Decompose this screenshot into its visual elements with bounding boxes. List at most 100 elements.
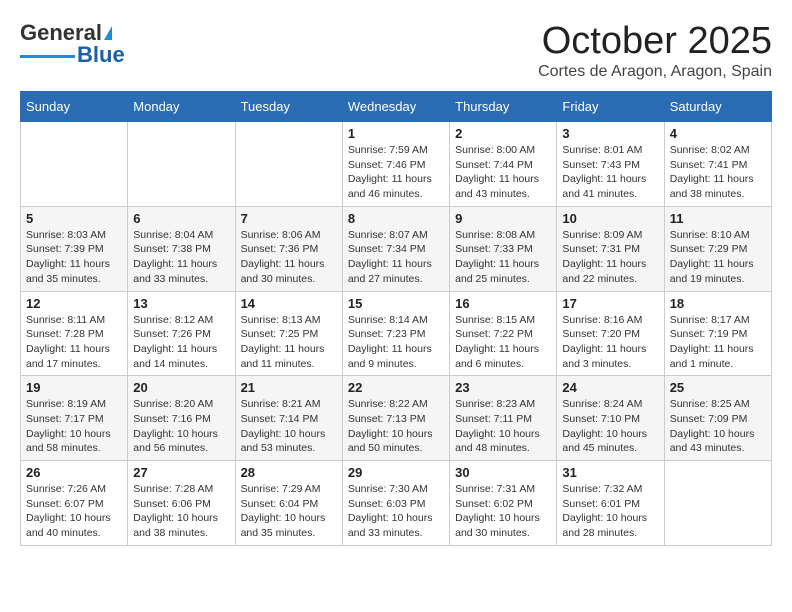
calendar-cell: 1 Sunrise: 7:59 AM Sunset: 7:46 PM Daylig… (342, 122, 449, 207)
weekday-header-row: SundayMondayTuesdayWednesdayThursdayFrid… (21, 92, 772, 122)
logo-line (20, 55, 75, 58)
calendar-cell: 4Sunrise: 8:02 AM Sunset: 7:41 PM Daylig… (664, 122, 771, 207)
day-info: Sunrise: 7:30 AM Sunset: 6:03 PM Dayligh… (348, 482, 444, 541)
day-info: Sunrise: 8:19 AM Sunset: 7:17 PM Dayligh… (26, 397, 122, 456)
day-info: Sunrise: 8:09 AM Sunset: 7:31 PM Dayligh… (562, 228, 658, 287)
day-info: Sunrise: 7:26 AM Sunset: 6:07 PM Dayligh… (26, 482, 122, 541)
day-info: Sunrise: 8:13 AM Sunset: 7:25 PM Dayligh… (241, 313, 337, 372)
day-number: 19 (26, 380, 122, 395)
weekday-friday: Friday (557, 92, 664, 122)
day-number: 1 (348, 126, 444, 141)
day-info: Sunrise: 8:22 AM Sunset: 7:13 PM Dayligh… (348, 397, 444, 456)
page-header: General Blue October 2025 Cortes de Arag… (20, 20, 772, 81)
calendar-cell: 15Sunrise: 8:14 AM Sunset: 7:23 PM Dayli… (342, 291, 449, 376)
day-info: Sunrise: 7:32 AM Sunset: 6:01 PM Dayligh… (562, 482, 658, 541)
calendar-cell (21, 122, 128, 207)
day-number: 11 (670, 211, 766, 226)
calendar-cell: 31Sunrise: 7:32 AM Sunset: 6:01 PM Dayli… (557, 461, 664, 546)
calendar-cell: 24Sunrise: 8:24 AM Sunset: 7:10 PM Dayli… (557, 376, 664, 461)
weekday-monday: Monday (128, 92, 235, 122)
week-row-2: 12 Sunrise: 8:11 AM Sunset: 7:28 PM Dayli… (21, 291, 772, 376)
day-number: 6 (133, 211, 229, 226)
calendar-cell: 30Sunrise: 7:31 AM Sunset: 6:02 PM Dayli… (450, 461, 557, 546)
location-title: Cortes de Aragon, Aragon, Spain (538, 63, 772, 81)
day-number: 18 (670, 296, 766, 311)
calendar-cell: 20Sunrise: 8:20 AM Sunset: 7:16 PM Dayli… (128, 376, 235, 461)
weekday-wednesday: Wednesday (342, 92, 449, 122)
day-number: 9 (455, 211, 551, 226)
week-row-0: 1 Sunrise: 7:59 AM Sunset: 7:46 PM Daylig… (21, 122, 772, 207)
calendar-cell: 3 Sunrise: 8:01 AM Sunset: 7:43 PM Daylig… (557, 122, 664, 207)
calendar-cell: 14 Sunrise: 8:13 AM Sunset: 7:25 PM Dayli… (235, 291, 342, 376)
calendar-cell: 7Sunrise: 8:06 AM Sunset: 7:36 PM Daylig… (235, 206, 342, 291)
day-number: 4 (670, 126, 766, 141)
calendar-cell: 26 Sunrise: 7:26 AM Sunset: 6:07 PM Dayli… (21, 461, 128, 546)
calendar-cell: 28 Sunrise: 7:29 AM Sunset: 6:04 PM Dayli… (235, 461, 342, 546)
week-row-1: 5Sunrise: 8:03 AM Sunset: 7:39 PM Daylig… (21, 206, 772, 291)
day-info: Sunrise: 7:29 AM Sunset: 6:04 PM Dayligh… (241, 482, 337, 541)
calendar-cell: 13 Sunrise: 8:12 AM Sunset: 7:26 PM Dayli… (128, 291, 235, 376)
weekday-tuesday: Tuesday (235, 92, 342, 122)
day-info: Sunrise: 8:00 AM Sunset: 7:44 PM Dayligh… (455, 143, 551, 202)
week-row-4: 26 Sunrise: 7:26 AM Sunset: 6:07 PM Dayli… (21, 461, 772, 546)
day-info: Sunrise: 8:01 AM Sunset: 7:43 PM Dayligh… (562, 143, 658, 202)
day-number: 27 (133, 465, 229, 480)
month-title: October 2025 (538, 20, 772, 63)
day-info: Sunrise: 7:59 AM Sunset: 7:46 PM Dayligh… (348, 143, 444, 202)
day-info: Sunrise: 8:10 AM Sunset: 7:29 PM Dayligh… (670, 228, 766, 287)
calendar-body: 1 Sunrise: 7:59 AM Sunset: 7:46 PM Daylig… (21, 122, 772, 546)
calendar-cell: 10 Sunrise: 8:09 AM Sunset: 7:31 PM Dayli… (557, 206, 664, 291)
day-info: Sunrise: 7:31 AM Sunset: 6:02 PM Dayligh… (455, 482, 551, 541)
day-info: Sunrise: 8:03 AM Sunset: 7:39 PM Dayligh… (26, 228, 122, 287)
calendar-cell: 6Sunrise: 8:04 AM Sunset: 7:38 PM Daylig… (128, 206, 235, 291)
day-number: 2 (455, 126, 551, 141)
day-number: 21 (241, 380, 337, 395)
day-info: Sunrise: 8:23 AM Sunset: 7:11 PM Dayligh… (455, 397, 551, 456)
calendar-cell: 9Sunrise: 8:08 AM Sunset: 7:33 PM Daylig… (450, 206, 557, 291)
day-info: Sunrise: 8:15 AM Sunset: 7:22 PM Dayligh… (455, 313, 551, 372)
day-number: 12 (26, 296, 122, 311)
calendar-cell: 29 Sunrise: 7:30 AM Sunset: 6:03 PM Dayli… (342, 461, 449, 546)
day-info: Sunrise: 8:07 AM Sunset: 7:34 PM Dayligh… (348, 228, 444, 287)
calendar-cell: 25 Sunrise: 8:25 AM Sunset: 7:09 PM Dayli… (664, 376, 771, 461)
day-number: 28 (241, 465, 337, 480)
day-number: 7 (241, 211, 337, 226)
day-number: 8 (348, 211, 444, 226)
day-info: Sunrise: 8:11 AM Sunset: 7:28 PM Dayligh… (26, 313, 122, 372)
day-number: 3 (562, 126, 658, 141)
day-info: Sunrise: 8:25 AM Sunset: 7:09 PM Dayligh… (670, 397, 766, 456)
day-info: Sunrise: 8:12 AM Sunset: 7:26 PM Dayligh… (133, 313, 229, 372)
calendar-cell: 17 Sunrise: 8:16 AM Sunset: 7:20 PM Dayli… (557, 291, 664, 376)
day-number: 23 (455, 380, 551, 395)
calendar-cell (128, 122, 235, 207)
calendar-cell: 19 Sunrise: 8:19 AM Sunset: 7:17 PM Dayli… (21, 376, 128, 461)
calendar-cell (235, 122, 342, 207)
day-number: 25 (670, 380, 766, 395)
day-info: Sunrise: 8:16 AM Sunset: 7:20 PM Dayligh… (562, 313, 658, 372)
calendar-cell: 22 Sunrise: 8:22 AM Sunset: 7:13 PM Dayli… (342, 376, 449, 461)
day-info: Sunrise: 8:17 AM Sunset: 7:19 PM Dayligh… (670, 313, 766, 372)
day-info: Sunrise: 8:24 AM Sunset: 7:10 PM Dayligh… (562, 397, 658, 456)
day-info: Sunrise: 8:14 AM Sunset: 7:23 PM Dayligh… (348, 313, 444, 372)
calendar-cell: 16 Sunrise: 8:15 AM Sunset: 7:22 PM Dayli… (450, 291, 557, 376)
logo-blue: Blue (77, 42, 125, 68)
calendar-cell: 23 Sunrise: 8:23 AM Sunset: 7:11 PM Dayli… (450, 376, 557, 461)
calendar-table: SundayMondayTuesdayWednesdayThursdayFrid… (20, 91, 772, 546)
day-info: Sunrise: 8:21 AM Sunset: 7:14 PM Dayligh… (241, 397, 337, 456)
weekday-saturday: Saturday (664, 92, 771, 122)
day-number: 13 (133, 296, 229, 311)
day-number: 29 (348, 465, 444, 480)
logo: General Blue (20, 20, 125, 68)
day-number: 14 (241, 296, 337, 311)
day-number: 10 (562, 211, 658, 226)
day-number: 26 (26, 465, 122, 480)
calendar-cell: 2 Sunrise: 8:00 AM Sunset: 7:44 PM Daylig… (450, 122, 557, 207)
day-number: 20 (133, 380, 229, 395)
day-number: 17 (562, 296, 658, 311)
calendar-cell: 21 Sunrise: 8:21 AM Sunset: 7:14 PM Dayli… (235, 376, 342, 461)
calendar-cell: 5Sunrise: 8:03 AM Sunset: 7:39 PM Daylig… (21, 206, 128, 291)
day-number: 16 (455, 296, 551, 311)
day-number: 22 (348, 380, 444, 395)
weekday-thursday: Thursday (450, 92, 557, 122)
calendar-cell: 11 Sunrise: 8:10 AM Sunset: 7:29 PM Dayli… (664, 206, 771, 291)
